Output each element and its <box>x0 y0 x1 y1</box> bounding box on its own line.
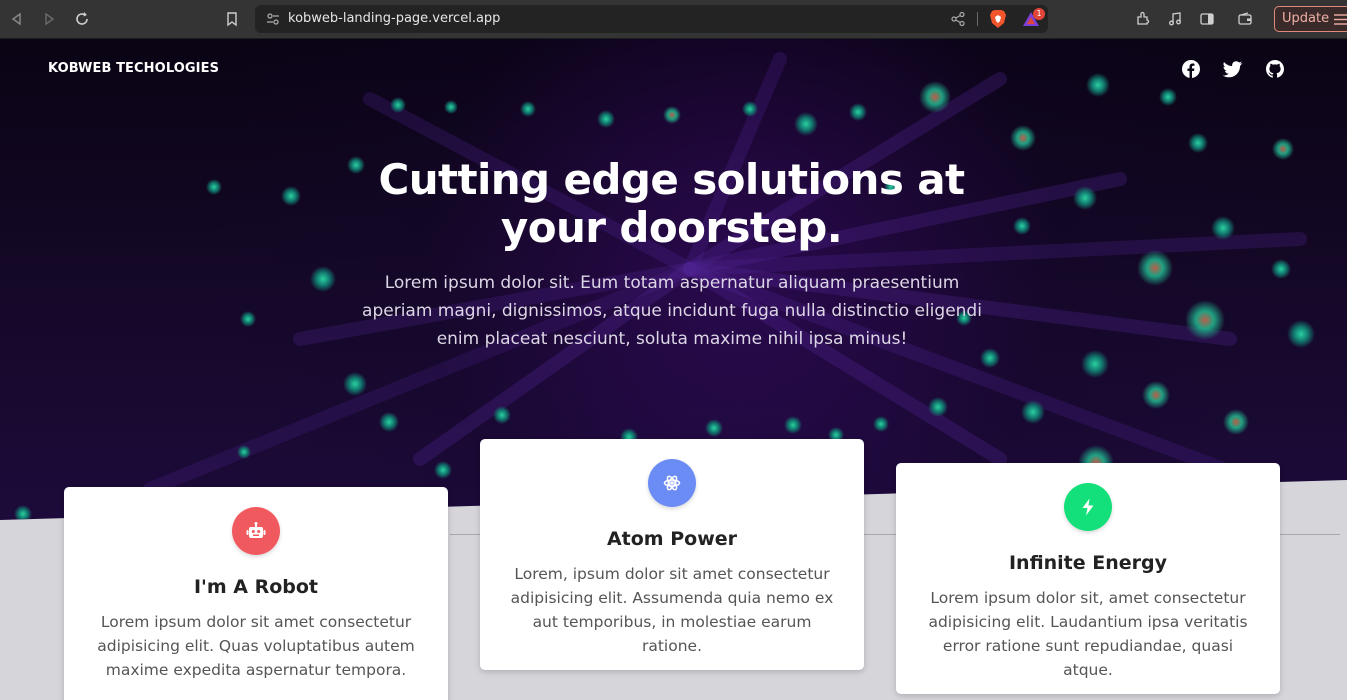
brand-logo-text[interactable]: KOBWEB TECHOLOGIES <box>48 61 219 76</box>
media-icon[interactable] <box>1166 10 1184 28</box>
feature-title: Atom Power <box>606 528 738 550</box>
brave-shields-icon[interactable] <box>989 9 1007 29</box>
extensions-icon[interactable] <box>1134 10 1152 28</box>
feature-card-robot: I'm A Robot Lorem ipsum dolor sit amet c… <box>64 487 448 700</box>
browser-toolbar: kobweb-landing-page.vercel.app 1 Update <box>0 0 1347 39</box>
site-settings-icon[interactable] <box>265 11 281 27</box>
feature-title: I'm A Robot <box>193 576 319 598</box>
feature-title: Infinite Energy <box>1008 552 1168 574</box>
update-button[interactable]: Update <box>1274 6 1347 32</box>
forward-icon[interactable] <box>40 10 58 28</box>
reload-icon[interactable] <box>73 10 91 28</box>
address-bar[interactable]: kobweb-landing-page.vercel.app 1 <box>255 5 1048 33</box>
notification-badge: 1 <box>1033 8 1045 20</box>
bookmark-icon[interactable] <box>223 10 241 28</box>
feature-description: Lorem ipsum dolor sit amet consectetur a… <box>97 613 415 679</box>
atom-icon <box>648 459 696 507</box>
robot-icon <box>232 507 280 555</box>
hero-headline-line1: Cutting edge solutions at <box>378 155 965 204</box>
hero-headline: Cutting edge solutions at your doorstep. <box>330 156 1013 252</box>
sidebar-icon[interactable] <box>1198 10 1216 28</box>
hero-headline-line2: your doorstep. <box>500 203 843 252</box>
wallet-icon[interactable] <box>1236 10 1254 28</box>
github-icon[interactable] <box>1265 59 1285 79</box>
url-text[interactable]: kobweb-landing-page.vercel.app <box>288 11 500 26</box>
feature-description: Lorem ipsum dolor sit, amet consectetur … <box>928 589 1248 679</box>
back-icon[interactable] <box>8 10 26 28</box>
feature-card-atom: Atom Power Lorem, ipsum dolor sit amet c… <box>480 439 864 670</box>
update-label: Update <box>1282 11 1330 26</box>
menu-icon <box>1334 14 1347 25</box>
share-icon[interactable] <box>950 11 966 27</box>
hero-description: Lorem ipsum dolor sit. Eum totam asperna… <box>362 273 982 349</box>
twitter-icon[interactable] <box>1222 60 1243 80</box>
feature-card-energy: Infinite Energy Lorem ipsum dolor sit, a… <box>896 463 1280 694</box>
feature-description: Lorem, ipsum dolor sit amet consectetur … <box>510 565 834 655</box>
facebook-icon[interactable] <box>1181 59 1201 79</box>
bolt-icon <box>1064 483 1112 531</box>
divider <box>977 12 978 26</box>
